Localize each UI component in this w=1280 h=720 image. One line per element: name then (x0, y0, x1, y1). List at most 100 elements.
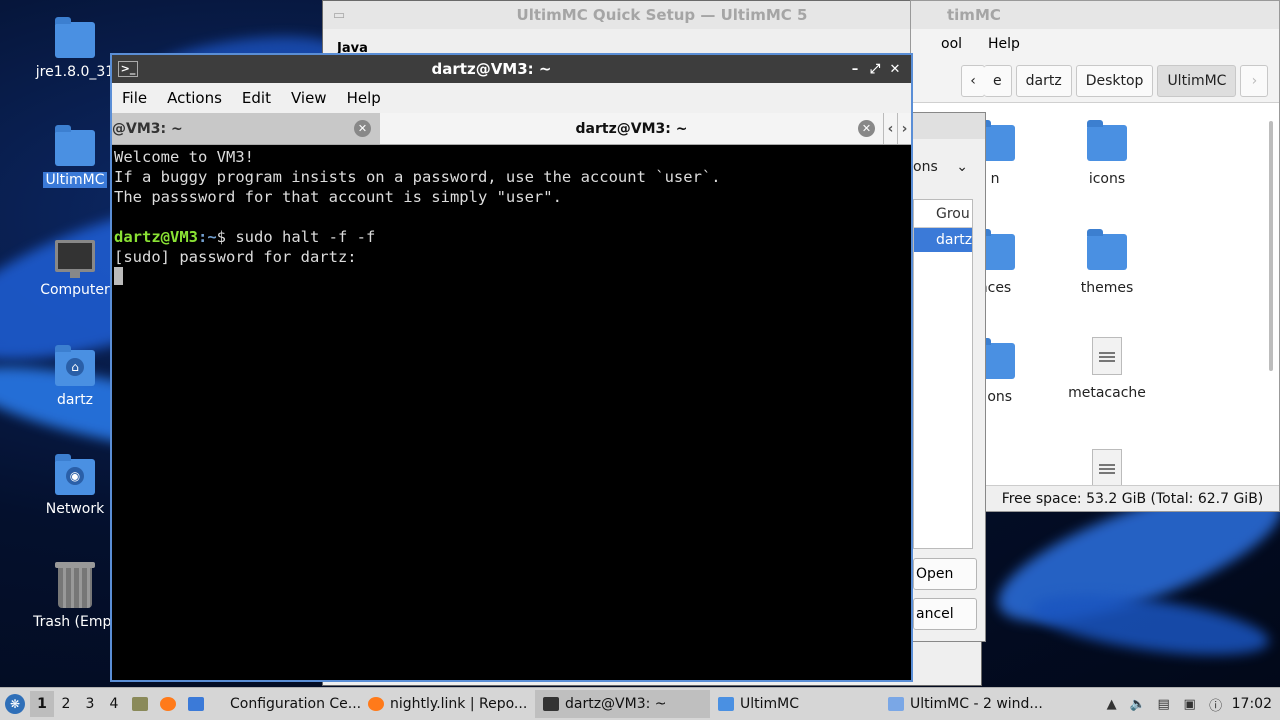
updates-icon[interactable]: ⓘ (1206, 695, 1226, 714)
file-item-label: metacache (1068, 385, 1146, 401)
tab-terminal-2[interactable]: dartz@VM3: ~ ✕ (380, 113, 883, 144)
breadcrumb-back-icon[interactable]: ‹ (961, 64, 985, 97)
tab-label: @VM3: ~ (112, 120, 183, 137)
window-icon: ▭ (332, 7, 346, 23)
file-manager-titlebar[interactable]: timMC (911, 1, 1279, 29)
file-item[interactable]: icons (1047, 120, 1167, 187)
task-ultimmc-windows[interactable]: UltimMC - 2 wind... (880, 690, 1048, 718)
file-manager-icon (132, 697, 148, 711)
open-button[interactable]: Open (913, 558, 977, 590)
close-tab-icon[interactable]: ✕ (858, 120, 875, 137)
task-label: UltimMC - 2 wind... (910, 696, 1043, 712)
monitor-icon (55, 240, 95, 278)
file-item-label: n (990, 171, 1000, 187)
task-label: UltimMC (740, 696, 800, 712)
desktop-icon-label: dartz (56, 392, 94, 408)
breadcrumb-item-dartz[interactable]: dartz (1015, 64, 1072, 97)
terminal-window[interactable]: >_ dartz@VM3: ~ – ⤢ ✕ File Actions Edit … (110, 53, 913, 682)
maximize-icon[interactable]: ⤢ (865, 62, 885, 77)
tab-scroll-right-icon[interactable]: › (897, 113, 911, 144)
folder-icon (1087, 120, 1127, 161)
terminal-window-title: dartz@VM3: ~ (431, 60, 552, 78)
table-row[interactable]: dartz (914, 228, 972, 252)
task-label: dartz@VM3: ~ (565, 696, 667, 712)
volume-icon[interactable]: 🔈 (1128, 695, 1148, 713)
cancel-button[interactable]: ancel (913, 598, 977, 630)
quicklaunch-files[interactable] (126, 691, 154, 717)
options-combo-label: ons (913, 159, 938, 175)
file-table: Grou dartz (913, 199, 973, 549)
clock[interactable]: 17:02 (1232, 696, 1272, 712)
task-ultimmc-folder[interactable]: UltimMC (710, 690, 880, 718)
terminal-line: The passsword for that account is simply… (114, 188, 562, 206)
task-configuration-center[interactable]: Configuration Ce... (210, 690, 360, 718)
task-firefox[interactable]: nightly.link | Repo... (360, 690, 535, 718)
menu-help[interactable]: Help (337, 89, 391, 107)
terminal-line: Welcome to VM3! (114, 148, 254, 166)
chevron-down-icon: ⌄ (956, 159, 968, 175)
tab-label: dartz@VM3: ~ (575, 120, 688, 137)
workspace-4[interactable]: 4 (102, 691, 126, 717)
home-folder-icon: ⌂ (55, 345, 95, 386)
taskbar: ❋ 1 2 3 4 Configuration Ce... nightly.li… (0, 687, 1280, 720)
file-dialog[interactable]: ons ⌄ Grou dartz Open ancel (910, 112, 986, 642)
breadcrumb-item-home[interactable]: e (984, 64, 1012, 97)
workspace-2[interactable]: 2 (54, 691, 78, 717)
close-tab-icon[interactable]: ✕ (354, 120, 371, 137)
tab-terminal-1[interactable]: @VM3: ~ ✕ (112, 113, 380, 144)
breadcrumb-item-ultimmc[interactable]: UltimMC (1157, 64, 1237, 97)
setup-window-title: UltimMC Quick Setup — UltimMC 5 (516, 6, 808, 24)
dialog-titlebar[interactable] (911, 113, 985, 139)
terminal-output[interactable]: Welcome to VM3! If a buggy program insist… (112, 145, 911, 289)
folder-icon (55, 17, 95, 58)
breadcrumb-forward-icon[interactable]: › (1240, 64, 1269, 97)
terminal-tabbar: @VM3: ~ ✕ dartz@VM3: ~ ✕ ‹ › (112, 113, 911, 145)
minimize-icon[interactable]: – (845, 62, 865, 77)
menu-tools[interactable]: ool (941, 36, 962, 52)
network-icon[interactable]: ▣ (1180, 695, 1200, 713)
desktop-icon-label: Trash (Empt (33, 614, 117, 630)
menu-edit[interactable]: Edit (232, 89, 281, 107)
prompt-path: :~ (198, 228, 217, 246)
menu-help[interactable]: Help (988, 36, 1020, 52)
tray-up-arrow-icon[interactable]: ▲ (1102, 695, 1122, 713)
column-header-group[interactable]: Grou (914, 200, 972, 228)
network-folder-icon: ◉ (55, 454, 95, 495)
show-desktop-icon (188, 697, 204, 711)
file-grid: n icons nces themes tions metacache (975, 113, 1265, 487)
menu-view[interactable]: View (281, 89, 337, 107)
task-label: nightly.link | Repo... (390, 696, 528, 712)
quicklaunch-desktop[interactable] (182, 691, 210, 717)
terminal-titlebar[interactable]: >_ dartz@VM3: ~ – ⤢ ✕ (112, 55, 911, 83)
options-combo[interactable]: ons ⌄ (913, 159, 968, 175)
folder-icon (55, 125, 95, 166)
breadcrumb-item-desktop[interactable]: Desktop (1075, 64, 1154, 97)
file-item[interactable]: themes (1047, 229, 1167, 296)
tab-scroll-left-icon[interactable]: ‹ (883, 113, 897, 144)
prompt-user: dartz@VM3 (114, 228, 198, 246)
file-item[interactable]: metacache (1047, 337, 1167, 401)
terminal-menubar: File Actions Edit View Help (112, 83, 911, 113)
menu-file[interactable]: File (112, 89, 157, 107)
close-icon[interactable]: ✕ (885, 62, 905, 77)
system-tray: ▲ 🔈 ▤ ▣ ⓘ 17:02 (1102, 695, 1280, 714)
firefox-icon (368, 697, 384, 711)
prompt-symbol: $ (216, 228, 236, 246)
start-menu-button[interactable]: ❋ (0, 694, 30, 714)
folder-icon (1087, 229, 1127, 270)
setup-titlebar[interactable]: ▭ UltimMC Quick Setup — UltimMC 5 (323, 1, 981, 29)
scrollbar[interactable] (1269, 121, 1273, 371)
quicklaunch-firefox[interactable] (154, 691, 182, 717)
workspace-1[interactable]: 1 (30, 691, 54, 717)
terminal-line: If a buggy program insists on a password… (114, 168, 721, 186)
menu-actions[interactable]: Actions (157, 89, 232, 107)
workspace-3[interactable]: 3 (78, 691, 102, 717)
window-icon (888, 697, 904, 711)
terminal-icon: >_ (118, 61, 138, 77)
desktop-icon-label: Network (45, 501, 105, 517)
task-terminal[interactable]: dartz@VM3: ~ (535, 690, 710, 718)
document-icon (1092, 337, 1122, 375)
clipboard-icon[interactable]: ▤ (1154, 695, 1174, 713)
firefox-icon (160, 697, 176, 711)
